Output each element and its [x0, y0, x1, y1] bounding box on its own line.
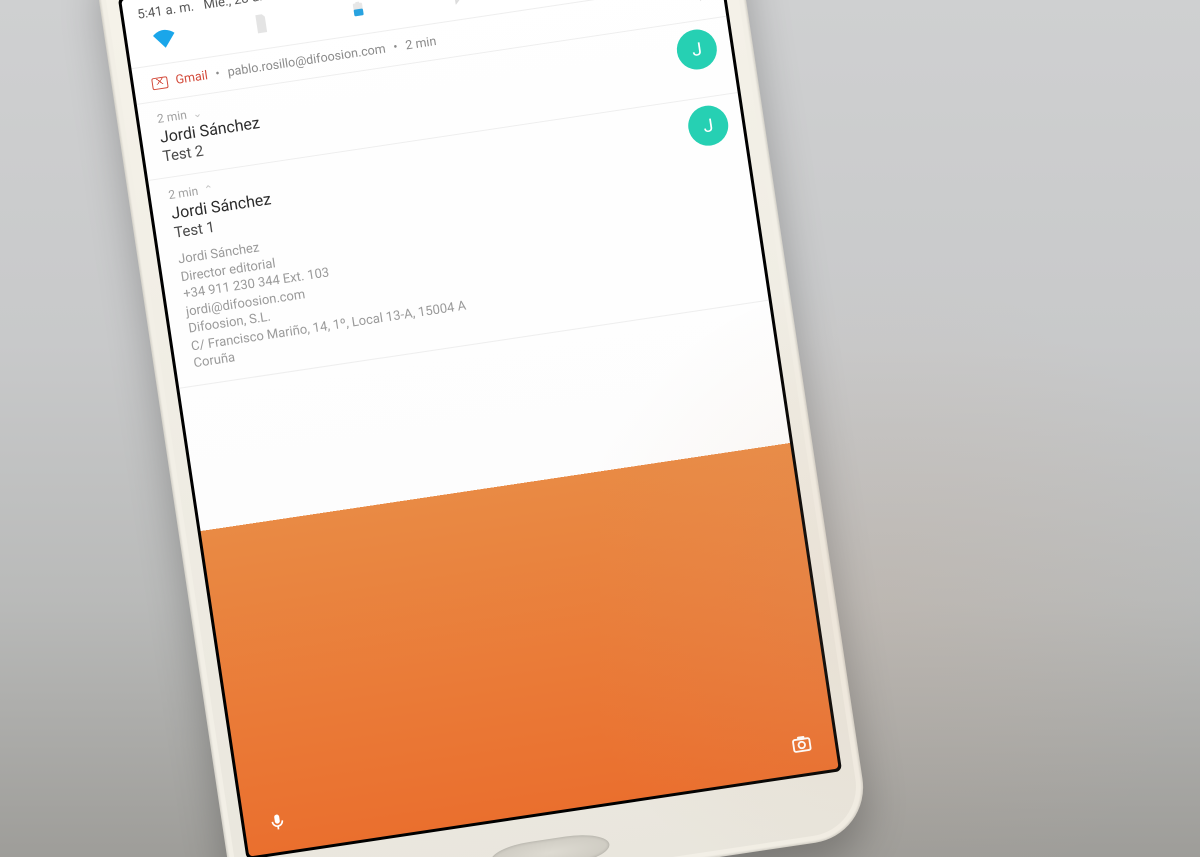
- photo-scene: 5:41 a. m. Mié., 28 dic.: [0, 0, 1200, 857]
- notification-app-name: Gmail: [175, 68, 209, 88]
- mic-icon[interactable]: [265, 809, 290, 834]
- chevron-up-icon: ⌃: [203, 182, 214, 196]
- phone-bezel: 5:41 a. m. Mié., 28 dic.: [118, 0, 842, 857]
- chevron-up-icon: ⌃: [697, 0, 709, 9]
- wifi-icon[interactable]: [150, 23, 180, 53]
- phone-body: 5:41 a. m. Mié., 28 dic.: [90, 0, 871, 857]
- sim-icon[interactable]: [246, 9, 276, 39]
- bluetooth-icon[interactable]: [440, 0, 470, 9]
- phone-screen: 5:41 a. m. Mié., 28 dic.: [121, 0, 838, 857]
- dot-separator: •: [214, 66, 220, 81]
- notification-age: 2 min: [404, 34, 437, 53]
- dot-separator: •: [392, 40, 398, 55]
- battery-icon[interactable]: [343, 0, 373, 24]
- camera-icon[interactable]: [789, 731, 814, 756]
- gmail-icon: [151, 76, 169, 90]
- search-bar: [240, 709, 838, 856]
- chevron-down-icon: ⌄: [192, 106, 203, 120]
